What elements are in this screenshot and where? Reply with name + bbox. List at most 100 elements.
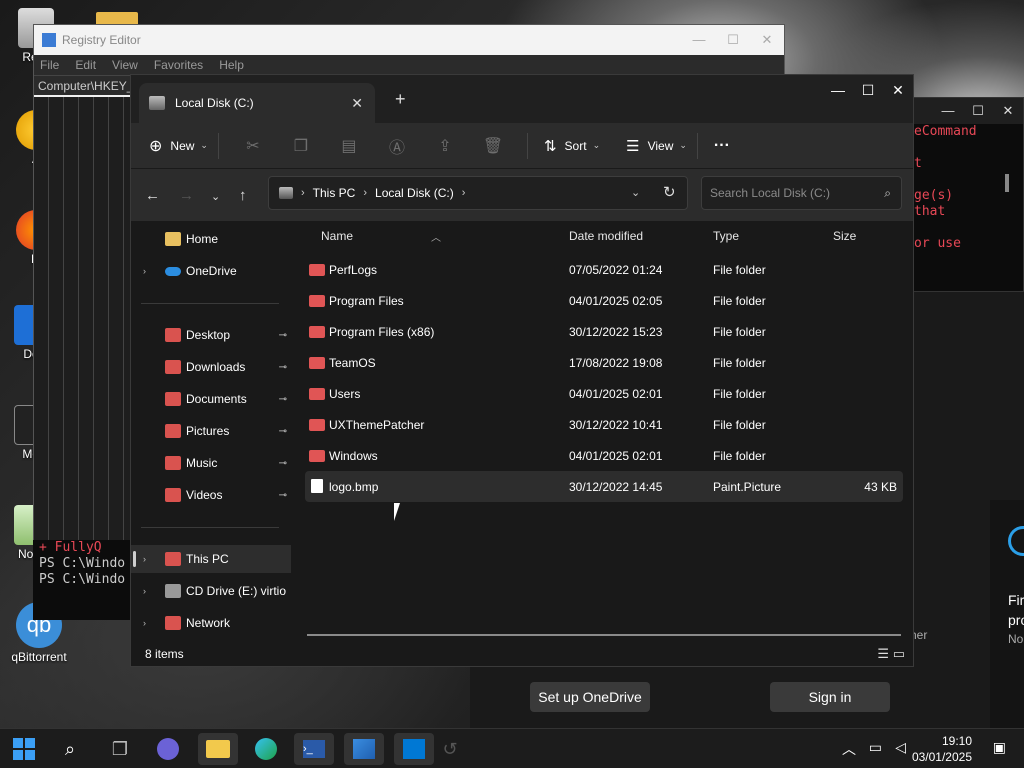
rename-icon[interactable]: Ⓐ: [373, 134, 421, 158]
file-explorer-taskbar-button[interactable]: [198, 733, 238, 765]
sign-in-button[interactable]: Sign in: [770, 682, 890, 712]
pin-icon[interactable]: ⊸: [279, 458, 287, 469]
sidebar-item-home[interactable]: Home: [131, 225, 291, 253]
table-row[interactable]: Windows 04/01/2025 02:01 File folder: [305, 440, 903, 471]
sidebar-item-onedrive[interactable]: › OneDrive: [131, 257, 291, 285]
sidebar-item-network[interactable]: › Network: [131, 609, 291, 637]
history-taskbar-button[interactable]: ↺: [430, 733, 470, 765]
sidebar-item-documents[interactable]: Documents ⊸: [131, 385, 291, 413]
tiles-view-icon[interactable]: ▭: [893, 646, 905, 661]
share-icon[interactable]: ⇪: [421, 136, 469, 156]
menu-favorites[interactable]: Favorites: [154, 58, 203, 72]
forward-icon[interactable]: →: [179, 187, 194, 204]
paste-icon[interactable]: ▤: [325, 136, 373, 156]
sidebar-item-desktop[interactable]: Desktop ⊸: [131, 321, 291, 349]
search-input[interactable]: Search Local Disk (C:) ⌕: [701, 176, 902, 210]
maximize-icon[interactable]: ☐: [963, 98, 993, 128]
column-header-type[interactable]: Type: [713, 229, 739, 243]
powershell-taskbar-button[interactable]: ›_: [294, 733, 334, 765]
maximize-icon[interactable]: ☐: [853, 75, 883, 105]
expand-arrow-icon[interactable]: ›: [143, 266, 146, 276]
back-icon[interactable]: ←: [145, 187, 160, 204]
sidebar-item-videos[interactable]: Videos ⊸: [131, 481, 291, 509]
menu-view[interactable]: View: [112, 58, 138, 72]
table-row[interactable]: Program Files (x86) 30/12/2022 15:23 Fil…: [305, 316, 903, 347]
sidebar-item-downloads[interactable]: Downloads ⊸: [131, 353, 291, 381]
explorer-titlebar[interactable]: Local Disk (C:) ✕ + — ☐ ✕: [131, 75, 913, 123]
recent-locations-icon[interactable]: ⌄: [211, 190, 220, 203]
details-view-icon[interactable]: ☰: [877, 646, 889, 661]
task-view-button[interactable]: ❐: [100, 733, 140, 765]
edge-button[interactable]: [246, 733, 286, 765]
app-taskbar-button[interactable]: [394, 733, 434, 765]
explorer-tab[interactable]: Local Disk (C:) ✕: [139, 83, 375, 123]
menu-file[interactable]: File: [40, 58, 59, 72]
system-clock[interactable]: 19:10 03/01/2025: [912, 733, 972, 765]
notifications-icon[interactable]: ▣: [993, 739, 1006, 756]
file-name: PerfLogs: [329, 263, 378, 277]
table-row[interactable]: UXThemePatcher 30/12/2022 10:41 File fol…: [305, 409, 903, 440]
column-header-size[interactable]: Size: [833, 229, 856, 243]
refresh-icon[interactable]: ↻: [663, 183, 676, 201]
expand-arrow-icon[interactable]: ›: [143, 554, 146, 564]
breadcrumb-this-pc[interactable]: This PC: [313, 186, 356, 200]
chevron-up-icon[interactable]: ︿: [842, 739, 856, 759]
column-header-date[interactable]: Date modified: [569, 229, 643, 243]
volume-icon[interactable]: ◁: [895, 739, 906, 756]
address-dropdown-icon[interactable]: ⌄: [631, 186, 640, 199]
table-row[interactable]: PerfLogs 07/05/2022 01:24 File folder: [305, 254, 903, 285]
toolbar-divider: [526, 132, 528, 159]
registry-editor-titlebar[interactable]: Registry Editor — ☐ ✕: [34, 25, 784, 55]
up-icon[interactable]: ↑: [239, 187, 247, 204]
setup-onedrive-button[interactable]: Set up OneDrive: [530, 682, 650, 712]
sort-button[interactable]: ⇅ Sort ⌄: [544, 137, 600, 155]
expand-arrow-icon[interactable]: ›: [143, 618, 146, 628]
delete-icon[interactable]: 🗑: [469, 136, 517, 156]
pin-icon[interactable]: ⊸: [279, 330, 287, 341]
close-tab-icon[interactable]: ✕: [351, 95, 363, 112]
file-explorer-window[interactable]: Local Disk (C:) ✕ + — ☐ ✕ ⊕ New ⌄ ✂ ❐ ▤ …: [130, 74, 914, 667]
menu-edit[interactable]: Edit: [75, 58, 96, 72]
network-icon[interactable]: ▭: [869, 739, 882, 756]
close-icon[interactable]: ✕: [883, 75, 913, 105]
menu-help[interactable]: Help: [219, 58, 244, 72]
expand-arrow-icon[interactable]: ›: [143, 586, 146, 596]
view-button[interactable]: ☰ View ⌄: [626, 137, 687, 155]
new-button[interactable]: ⊕ New ⌄: [149, 136, 208, 156]
copy-icon[interactable]: ❐: [277, 136, 325, 156]
pin-icon[interactable]: ⊸: [279, 426, 287, 437]
more-options-icon[interactable]: ···: [714, 137, 730, 155]
horizontal-scrollbar[interactable]: [307, 634, 901, 636]
minimize-icon[interactable]: —: [823, 75, 853, 105]
pin-icon[interactable]: ⊸: [279, 490, 287, 501]
minimize-icon[interactable]: —: [682, 25, 716, 55]
pin-icon[interactable]: ⊸: [279, 394, 287, 405]
table-row[interactable]: TeamOS 17/08/2022 19:08 File folder: [305, 347, 903, 378]
table-row[interactable]: Program Files 04/01/2025 02:05 File fold…: [305, 285, 903, 316]
close-icon[interactable]: ✕: [750, 25, 784, 55]
maximize-icon[interactable]: ☐: [716, 25, 750, 55]
search-taskbar-button[interactable]: ⌕: [50, 733, 90, 765]
minimize-icon[interactable]: —: [933, 98, 963, 128]
pin-icon[interactable]: ⊸: [279, 362, 287, 373]
teams-button[interactable]: [148, 733, 188, 765]
sidebar-item-pictures[interactable]: Pictures ⊸: [131, 417, 291, 445]
sidebar-item-cd-drive[interactable]: › CD Drive (E:) virtio-: [131, 577, 291, 605]
table-row[interactable]: logo.bmp 30/12/2022 14:45 Paint.Picture …: [305, 471, 903, 502]
registry-tree-pane[interactable]: [34, 97, 134, 543]
new-tab-icon[interactable]: +: [395, 89, 406, 110]
close-icon[interactable]: ✕: [993, 98, 1023, 128]
powershell-window[interactable]: — ☐ ✕ eCommand t ge(s) that or use: [897, 97, 1024, 292]
start-button[interactable]: [4, 733, 44, 765]
column-header-name[interactable]: Name: [321, 229, 353, 243]
sidebar-item-this-pc[interactable]: › This PC: [131, 545, 291, 573]
file-name: TeamOS: [329, 356, 376, 370]
address-bar[interactable]: › This PC › Local Disk (C:) ›: [268, 176, 688, 210]
powershell-titlebar[interactable]: — ☐ ✕: [898, 98, 1023, 124]
breadcrumb-local-disk[interactable]: Local Disk (C:): [375, 186, 454, 200]
registry-taskbar-button[interactable]: [344, 733, 384, 765]
table-row[interactable]: Users 04/01/2025 02:01 File folder: [305, 378, 903, 409]
ps-scrollbar[interactable]: [1005, 174, 1009, 192]
sidebar-item-music[interactable]: Music ⊸: [131, 449, 291, 477]
cut-icon[interactable]: ✂: [229, 136, 277, 156]
